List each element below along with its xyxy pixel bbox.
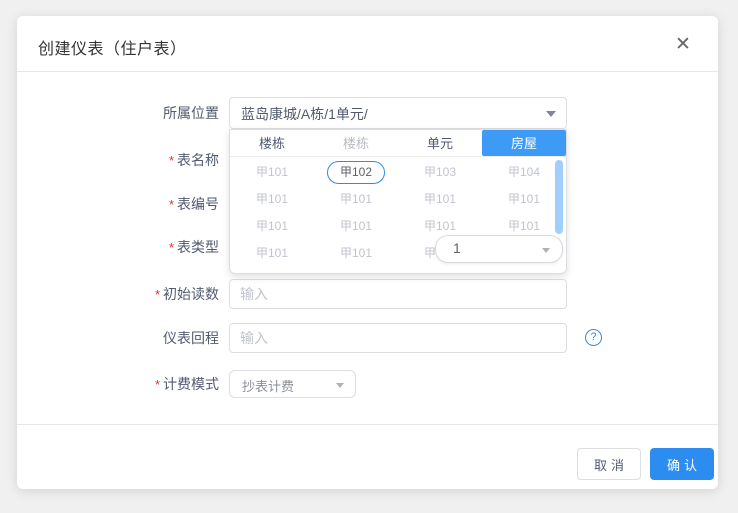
create-meter-dialog: 创建仪表（住户表） ✕ 所属位置 *表名称 *表编号 *表类型 *初始读数 仪表… (17, 16, 718, 489)
room-option[interactable]: 甲101 (230, 159, 314, 186)
help-question-icon[interactable]: ? (585, 329, 602, 346)
meter-type-label: *表类型 (79, 237, 219, 257)
meter-no-label: *表编号 (79, 194, 219, 214)
dialog-footer: 取消 确认 (17, 424, 718, 489)
room-option[interactable]: 甲101 (230, 186, 314, 213)
caret-down-icon (336, 383, 344, 388)
close-icon[interactable]: ✕ (670, 32, 696, 58)
meter-type-value: 1 (453, 240, 461, 256)
required-asterisk: * (169, 197, 174, 212)
location-select[interactable]: 蓝岛康城/A栋/1单元/ (229, 97, 567, 129)
room-option[interactable]: 甲101 (398, 186, 482, 213)
room-option[interactable]: 甲101 (482, 186, 566, 213)
required-asterisk: * (155, 287, 160, 302)
tab-room[interactable]: 房屋 (482, 130, 566, 156)
options-row: 甲101 甲101 甲101 甲101 (230, 186, 566, 213)
caret-down-icon (542, 248, 550, 253)
initial-reading-input[interactable] (229, 279, 567, 309)
tab-building-2[interactable]: 楼栋 (314, 130, 398, 156)
room-option[interactable]: 甲104 (482, 159, 566, 186)
room-option[interactable]: 甲101 (314, 186, 398, 213)
tab-building-1[interactable]: 楼栋 (230, 130, 314, 156)
options-row: 甲101 甲102 甲103 甲104 (230, 159, 566, 186)
room-option[interactable]: 甲101 (314, 240, 398, 267)
room-option[interactable]: 甲101 (314, 213, 398, 240)
location-label: 所属位置 (79, 103, 219, 123)
initial-reading-label: *初始读数 (79, 284, 219, 304)
tab-unit[interactable]: 单元 (398, 130, 482, 156)
scrollbar-thumb[interactable] (555, 160, 563, 234)
room-option[interactable]: 甲103 (398, 159, 482, 186)
meter-backhaul-label: 仪表回程 (79, 328, 219, 348)
cancel-button[interactable]: 取消 (577, 448, 641, 480)
required-asterisk: * (169, 153, 174, 168)
room-option[interactable]: 甲101 (230, 213, 314, 240)
location-value: 蓝岛康城/A栋/1单元/ (241, 104, 368, 124)
billing-mode-label: *计费模式 (79, 374, 219, 394)
cascader-tabs: 楼栋 楼栋 单元 房屋 (230, 130, 566, 157)
caret-down-icon (546, 111, 556, 117)
required-asterisk: * (155, 377, 160, 392)
meter-name-label: *表名称 (79, 150, 219, 170)
dialog-title: 创建仪表（住户表） (38, 35, 187, 59)
room-option-selected[interactable]: 甲102 (314, 159, 398, 186)
meter-type-select[interactable]: 1 (435, 235, 563, 263)
room-option[interactable]: 甲101 (230, 240, 314, 267)
required-asterisk: * (169, 240, 174, 255)
billing-mode-value: 抄表计费 (242, 376, 294, 395)
billing-mode-select[interactable]: 抄表计费 (229, 370, 356, 398)
meter-backhaul-input[interactable] (229, 323, 567, 353)
confirm-button[interactable]: 确认 (650, 448, 714, 480)
dialog-header: 创建仪表（住户表） ✕ (17, 16, 718, 72)
